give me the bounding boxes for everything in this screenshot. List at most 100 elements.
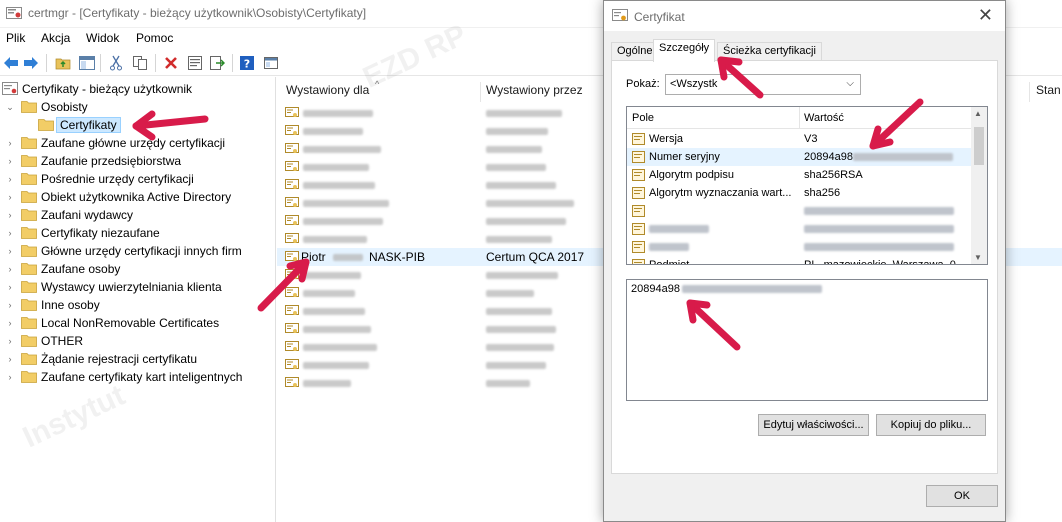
copy-to-file-button[interactable]: Kopiuj do pliku... [876,414,986,436]
tree-item-label: Inne osoby [41,298,100,312]
copy-icon[interactable] [131,54,149,72]
help-icon[interactable]: ? [238,54,256,72]
certificate-icon [285,359,299,371]
redacted-text [486,164,546,171]
redacted-text [303,344,377,351]
details-panel: Pokaż: <Wszystk ⌵ Pole Wartość Wersja V3 N… [611,60,998,474]
redacted-text [486,200,574,207]
field-row[interactable]: Algorytm podpisu sha256RSA [627,166,973,184]
field-row[interactable]: Wersja V3 [627,130,973,148]
field-row[interactable]: Algorytm wyznaczania wart... sha256 [627,184,973,202]
folder-icon [21,370,37,383]
chevron-right-icon[interactable]: › [5,353,15,365]
certificate-icon [285,125,299,137]
field-value-text: 20894a98 [631,283,680,295]
delete-icon[interactable] [162,54,180,72]
field-row[interactable] [627,220,973,238]
tree-item-label: Pośrednie urzędy certyfikacji [41,172,194,186]
field-name: Algorytm wyznaczania wart... [649,187,792,199]
chevron-right-icon[interactable]: › [5,137,15,149]
column-value[interactable]: Wartość [804,112,844,124]
certificate-icon [285,233,299,245]
menu-view[interactable]: Widok [84,31,121,45]
redacted-text [486,182,556,189]
menu-help[interactable]: Pomoc [134,31,175,45]
tab-general[interactable]: Ogólne [611,42,659,61]
up-folder-icon[interactable] [54,54,72,72]
chevron-right-icon[interactable]: › [5,209,15,221]
field-value-box[interactable]: 20894a98 [626,279,988,401]
redacted-text [853,153,953,161]
certificate-icon [285,341,299,353]
edit-properties-button[interactable]: Edytuj właściwości... [758,414,869,436]
redacted-text [486,218,566,225]
redacted-text [303,272,361,279]
ok-button[interactable]: OK [926,485,998,507]
chevron-right-icon[interactable]: › [5,299,15,311]
field-icon [632,223,645,235]
chevron-right-icon[interactable]: › [5,245,15,257]
chevron-right-icon[interactable]: › [5,173,15,185]
column-divider[interactable] [799,107,800,129]
redacted-text [303,290,355,297]
tab-certification-path[interactable]: Ścieżka certyfikacji [717,42,822,61]
certificate-icon [285,143,299,155]
forward-icon[interactable] [22,54,40,72]
redacted-text [303,308,365,315]
chevron-right-icon[interactable]: › [5,371,15,383]
certificate-icon [285,323,299,335]
svg-text:?: ? [244,58,250,71]
certificate-icon [612,9,628,23]
field-value: 20894a98 [804,151,853,163]
column-issued-to[interactable]: Wystawiony dla [286,83,369,101]
column-issued-by[interactable]: Wystawiony przez [486,83,583,101]
field-row[interactable] [627,202,973,220]
tree-item-label: Obiekt użytkownika Active Directory [41,190,232,204]
chevron-down-icon[interactable]: ⌄ [5,101,15,113]
view-icon[interactable] [262,54,280,72]
chevron-right-icon[interactable]: › [5,227,15,239]
field-row[interactable] [627,238,973,256]
fields-scrollbar[interactable]: ▲ ▼ [971,107,987,264]
toolbar-separator [155,54,156,72]
show-dropdown[interactable]: <Wszystk ⌵ [665,74,861,95]
certificate-icon [285,179,299,191]
menu-file[interactable]: Plik [4,31,27,45]
redacted-text [649,225,709,233]
chevron-right-icon[interactable]: › [5,317,15,329]
fields-list: Pole Wartość Wersja V3 Numer seryjny 20894a… [626,106,988,265]
menu-action[interactable]: Akcja [39,31,72,45]
field-icon [632,169,645,181]
chevron-right-icon[interactable]: › [5,263,15,275]
scroll-down-icon[interactable]: ▼ [974,253,982,262]
tab-details[interactable]: Szczegóły [653,39,716,62]
field-row[interactable]: Numer seryjny 20894a98 [627,148,973,166]
scrollbar-thumb[interactable] [974,127,984,165]
chevron-right-icon[interactable]: › [5,191,15,203]
export-icon[interactable] [208,54,226,72]
field-row[interactable]: Podmiot PL, mazowieckie, Warszawa, 0... [627,256,973,264]
certificates-root-icon [2,82,18,95]
chevron-down-icon: ⌵ [846,78,854,89]
issued-by-cell: Certum QCA 2017 [486,250,585,264]
scroll-up-icon[interactable]: ▲ [974,109,982,118]
certmgr-app-icon [6,6,22,20]
column-divider[interactable] [1029,82,1030,102]
show-hide-tree-icon[interactable] [78,54,96,72]
cut-icon[interactable] [107,54,125,72]
column-field[interactable]: Pole [632,112,654,124]
certificate-icon [285,269,299,281]
chevron-right-icon[interactable]: › [5,281,15,293]
back-icon[interactable] [2,54,20,72]
folder-icon [21,262,37,275]
column-divider[interactable] [480,82,481,102]
chevron-right-icon[interactable]: › [5,335,15,347]
close-icon[interactable]: ✕ [978,5,993,26]
chevron-right-icon[interactable]: › [5,155,15,167]
tree-item-label: Główne urzędy certyfikacji innych firm [41,244,242,258]
column-status[interactable]: Stan [1036,83,1061,101]
field-icon [632,241,645,253]
certificate-dialog: Certyfikat ✕ Ogólne Szczegóły Ścieżka ce… [603,0,1006,522]
redacted-text [486,290,534,297]
properties-icon[interactable] [186,54,204,72]
